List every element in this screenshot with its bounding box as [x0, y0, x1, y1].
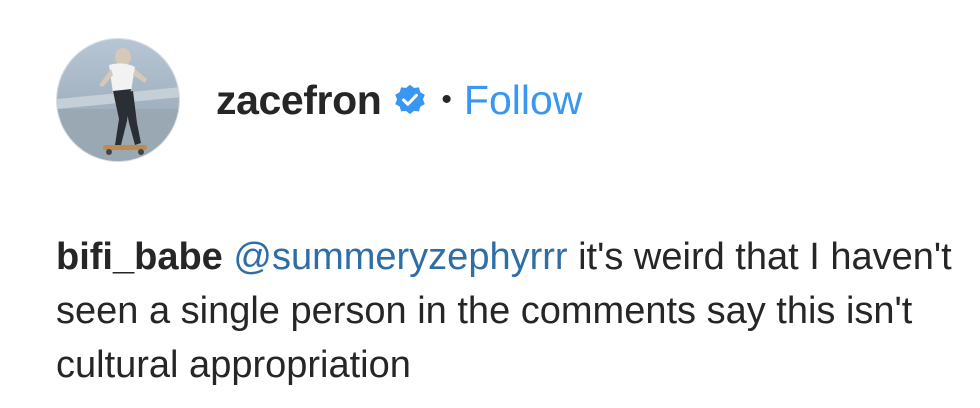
separator-dot: • — [441, 83, 452, 116]
user-line: zacefron • Follow — [216, 79, 582, 121]
comment: bifi_babe @summeryzephyrrr it's weird th… — [56, 230, 956, 392]
post-username[interactable]: zacefron — [216, 79, 382, 121]
follow-button[interactable]: Follow — [464, 79, 582, 121]
comment-username[interactable]: bifi_babe — [56, 236, 223, 278]
verified-badge-icon — [393, 83, 427, 117]
post-header: zacefron • Follow — [56, 38, 582, 162]
avatar[interactable] — [56, 38, 180, 162]
avatar-image — [57, 39, 179, 161]
comment-mention-link[interactable]: @summeryzephyrrr — [233, 236, 567, 278]
